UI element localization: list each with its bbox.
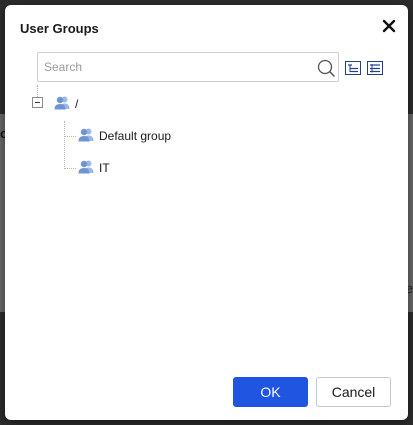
collapse-toggle[interactable] <box>32 97 43 108</box>
user-group-icon <box>54 96 70 110</box>
close-button[interactable] <box>380 17 398 35</box>
tree-connector <box>64 168 76 169</box>
ok-button[interactable]: OK <box>233 377 308 407</box>
search-icon[interactable] <box>317 59 335 77</box>
collapse-all-icon <box>367 61 383 75</box>
user-group-icon <box>78 128 94 142</box>
close-icon <box>382 19 396 33</box>
tree-node-label: Default group <box>99 129 172 143</box>
tree-connector <box>64 136 76 137</box>
user-group-icon <box>78 160 94 174</box>
cancel-button[interactable]: Cancel <box>316 377 391 407</box>
search-box <box>37 52 339 82</box>
tree-node-label: IT <box>99 161 110 175</box>
search-input[interactable] <box>39 54 309 80</box>
collapse-all-button[interactable] <box>367 61 383 75</box>
tree-connector <box>37 85 38 97</box>
tree-node-label: / <box>75 97 79 111</box>
dialog-title: User Groups <box>20 21 99 36</box>
expand-all-icon <box>345 61 361 75</box>
user-groups-dialog: User Groups Search / Default group IT OK… <box>5 5 408 420</box>
tree-connector <box>64 121 65 169</box>
expand-all-button[interactable] <box>345 61 361 75</box>
